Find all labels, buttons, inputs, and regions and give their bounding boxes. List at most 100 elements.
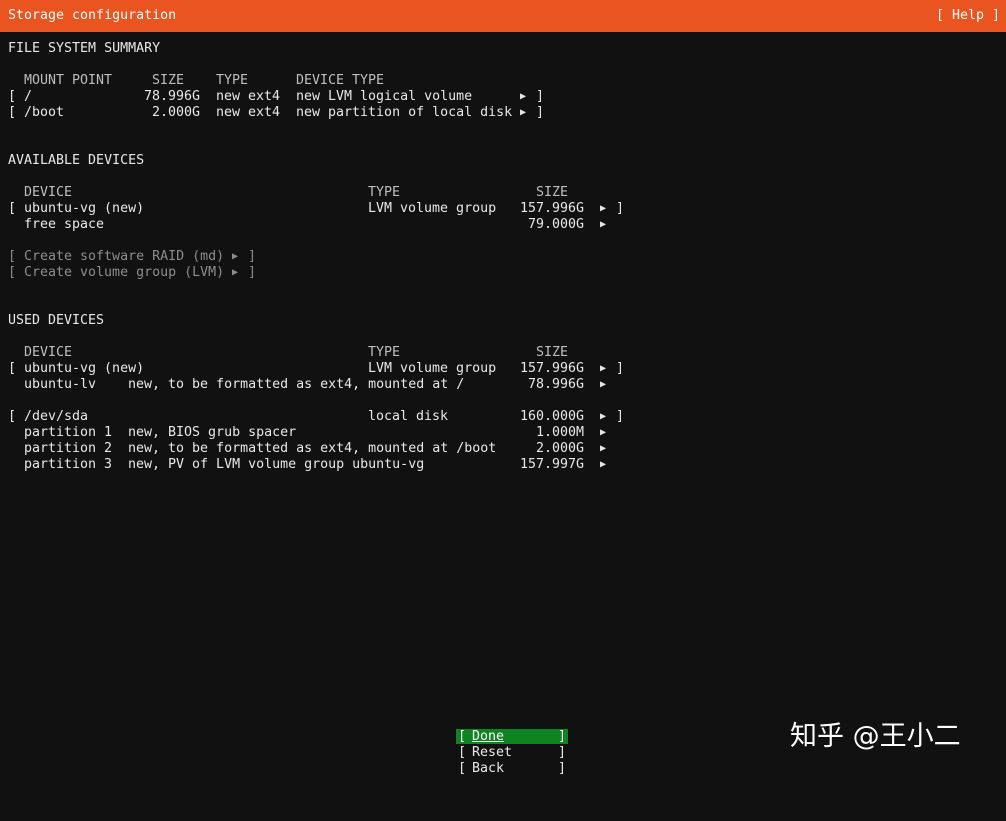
used-lv-ubuntu-lv[interactable]: ubuntu-lv new, to be formatted as ext4, … [0,377,630,393]
bracket: ] [536,105,545,120]
fs-type: new ext4 [216,105,281,120]
used-columns: DEVICE TYPE SIZE [0,345,568,361]
free-space-label: free space [24,217,105,232]
fs-row-root[interactable]: [ / 78.996G new ext4 new LVM logical vol… [0,89,560,105]
fs-type: new ext4 [216,89,281,104]
create-lvm-button[interactable]: [ Create volume group (LVM) ▶ ] [0,265,260,281]
partition-size: 157.997G [519,457,584,472]
mount-point: /boot [24,105,65,120]
bracket: ] [536,89,545,104]
bracket: [ [458,729,467,744]
bracket: [ [458,761,467,776]
device-name: ubuntu-vg (new) [24,361,145,376]
lv-size: 78.996G [527,377,584,392]
col-size: SIZE [536,185,569,200]
device-size: 157.996G [519,201,584,216]
window-title: Storage configuration [8,8,177,23]
bracket: ] [557,745,566,760]
fs-summary-heading: FILE SYSTEM SUMMARY [0,41,160,57]
device-type: new LVM logical volume [296,89,473,104]
bracket: ] [248,249,257,264]
bracket: [ [458,745,467,760]
fs-row-boot[interactable]: [ /boot 2.000G new ext4 new partition of… [0,105,560,121]
create-lvm-label: Create volume group (LVM) [24,265,225,280]
reset-label: Reset [472,745,513,760]
disk-size: 160.000G [519,409,584,424]
col-mount-point: MOUNT POINT [24,73,113,88]
fs-summary-columns: MOUNT POINT SIZE TYPE DEVICE TYPE [0,73,384,89]
used-device-ubuntu-vg[interactable]: [ ubuntu-vg (new) LVM volume group 157.9… [0,361,630,377]
col-device: DEVICE [24,185,73,200]
lv-name: ubuntu-lv [24,377,97,392]
bracket: [ [8,249,17,264]
device-size: 157.996G [519,361,584,376]
partition-row[interactable]: partition 2 new, to be formatted as ext4… [0,441,630,457]
partition-name: partition 1 [24,425,113,440]
available-device-ubuntu-vg[interactable]: [ ubuntu-vg (new) LVM volume group 157.9… [0,201,630,217]
bracket: [ [8,201,17,216]
used-devices-heading: USED DEVICES [0,313,104,329]
back-label: Back [472,761,505,776]
create-raid-label: Create software RAID (md) [24,249,225,264]
partition-row[interactable]: partition 3 new, PV of LVM volume group … [0,457,630,473]
bracket: ] [557,729,566,744]
bracket: ] [616,361,625,376]
section-title: FILE SYSTEM SUMMARY [8,41,161,56]
available-devices-heading: AVAILABLE DEVICES [0,153,144,169]
watermark: 知乎 @王小二 [790,721,961,752]
title-bar: Storage configuration [ Help ] [0,0,1006,32]
done-label: Done [472,729,505,744]
bracket: [ [8,409,17,424]
expand-arrow-icon: ▶ [600,203,607,214]
help-button[interactable]: [ Help ] [936,8,1000,23]
expand-arrow-icon: ▶ [600,219,607,230]
partition-description: new, to be formatted as ext4, mounted at… [128,441,497,456]
device-type: LVM volume group [368,201,497,216]
section-title: USED DEVICES [8,313,105,328]
done-button[interactable]: [ Done ] [456,729,568,744]
size: 78.996G [143,89,200,104]
create-raid-button[interactable]: [ Create software RAID (md) ▶ ] [0,249,260,265]
col-type: TYPE [368,345,401,360]
used-device-sda[interactable]: [ /dev/sda local disk 160.000G ▶ ] [0,409,630,425]
available-columns: DEVICE TYPE SIZE [0,185,568,201]
partition-description: new, PV of LVM volume group ubuntu-vg [128,457,425,472]
reset-button[interactable]: [ Reset ] [456,745,568,760]
device-type: LVM volume group [368,361,497,376]
free-space-size: 79.000G [527,217,584,232]
col-size: SIZE [152,73,185,88]
bracket: [ [8,361,17,376]
section-title: AVAILABLE DEVICES [8,153,145,168]
lv-description: new, to be formatted as ext4, mounted at… [128,377,465,392]
partition-size: 2.000G [535,441,584,456]
col-type: TYPE [216,73,249,88]
disk-name: /dev/sda [24,409,89,424]
back-button[interactable]: [ Back ] [456,761,568,776]
col-device: DEVICE [24,345,73,360]
col-device-type: DEVICE TYPE [296,73,385,88]
expand-arrow-icon: ▶ [520,107,527,118]
partition-name: partition 2 [24,441,113,456]
bracket: [ [8,265,17,280]
available-free-space[interactable]: free space 79.000G ▶ [0,217,630,233]
bracket: ] [616,201,625,216]
col-size: SIZE [536,345,569,360]
expand-arrow-icon: ▶ [600,443,607,454]
device-type: new partition of local disk [296,105,513,120]
device-name: ubuntu-vg (new) [24,201,145,216]
expand-arrow-icon: ▶ [600,379,607,390]
expand-arrow-icon: ▶ [600,411,607,422]
partition-row[interactable]: partition 1 new, BIOS grub spacer 1.000M… [0,425,630,441]
partition-size: 1.000M [535,425,584,440]
disk-type: local disk [368,409,449,424]
expand-arrow-icon: ▶ [232,267,239,278]
expand-arrow-icon: ▶ [600,427,607,438]
expand-arrow-icon: ▶ [600,363,607,374]
mount-point: / [24,89,33,104]
expand-arrow-icon: ▶ [600,459,607,470]
bracket: [ [8,105,17,120]
bracket: ] [616,409,625,424]
expand-arrow-icon: ▶ [232,251,239,262]
bracket: [ [8,89,17,104]
partition-description: new, BIOS grub spacer [128,425,297,440]
